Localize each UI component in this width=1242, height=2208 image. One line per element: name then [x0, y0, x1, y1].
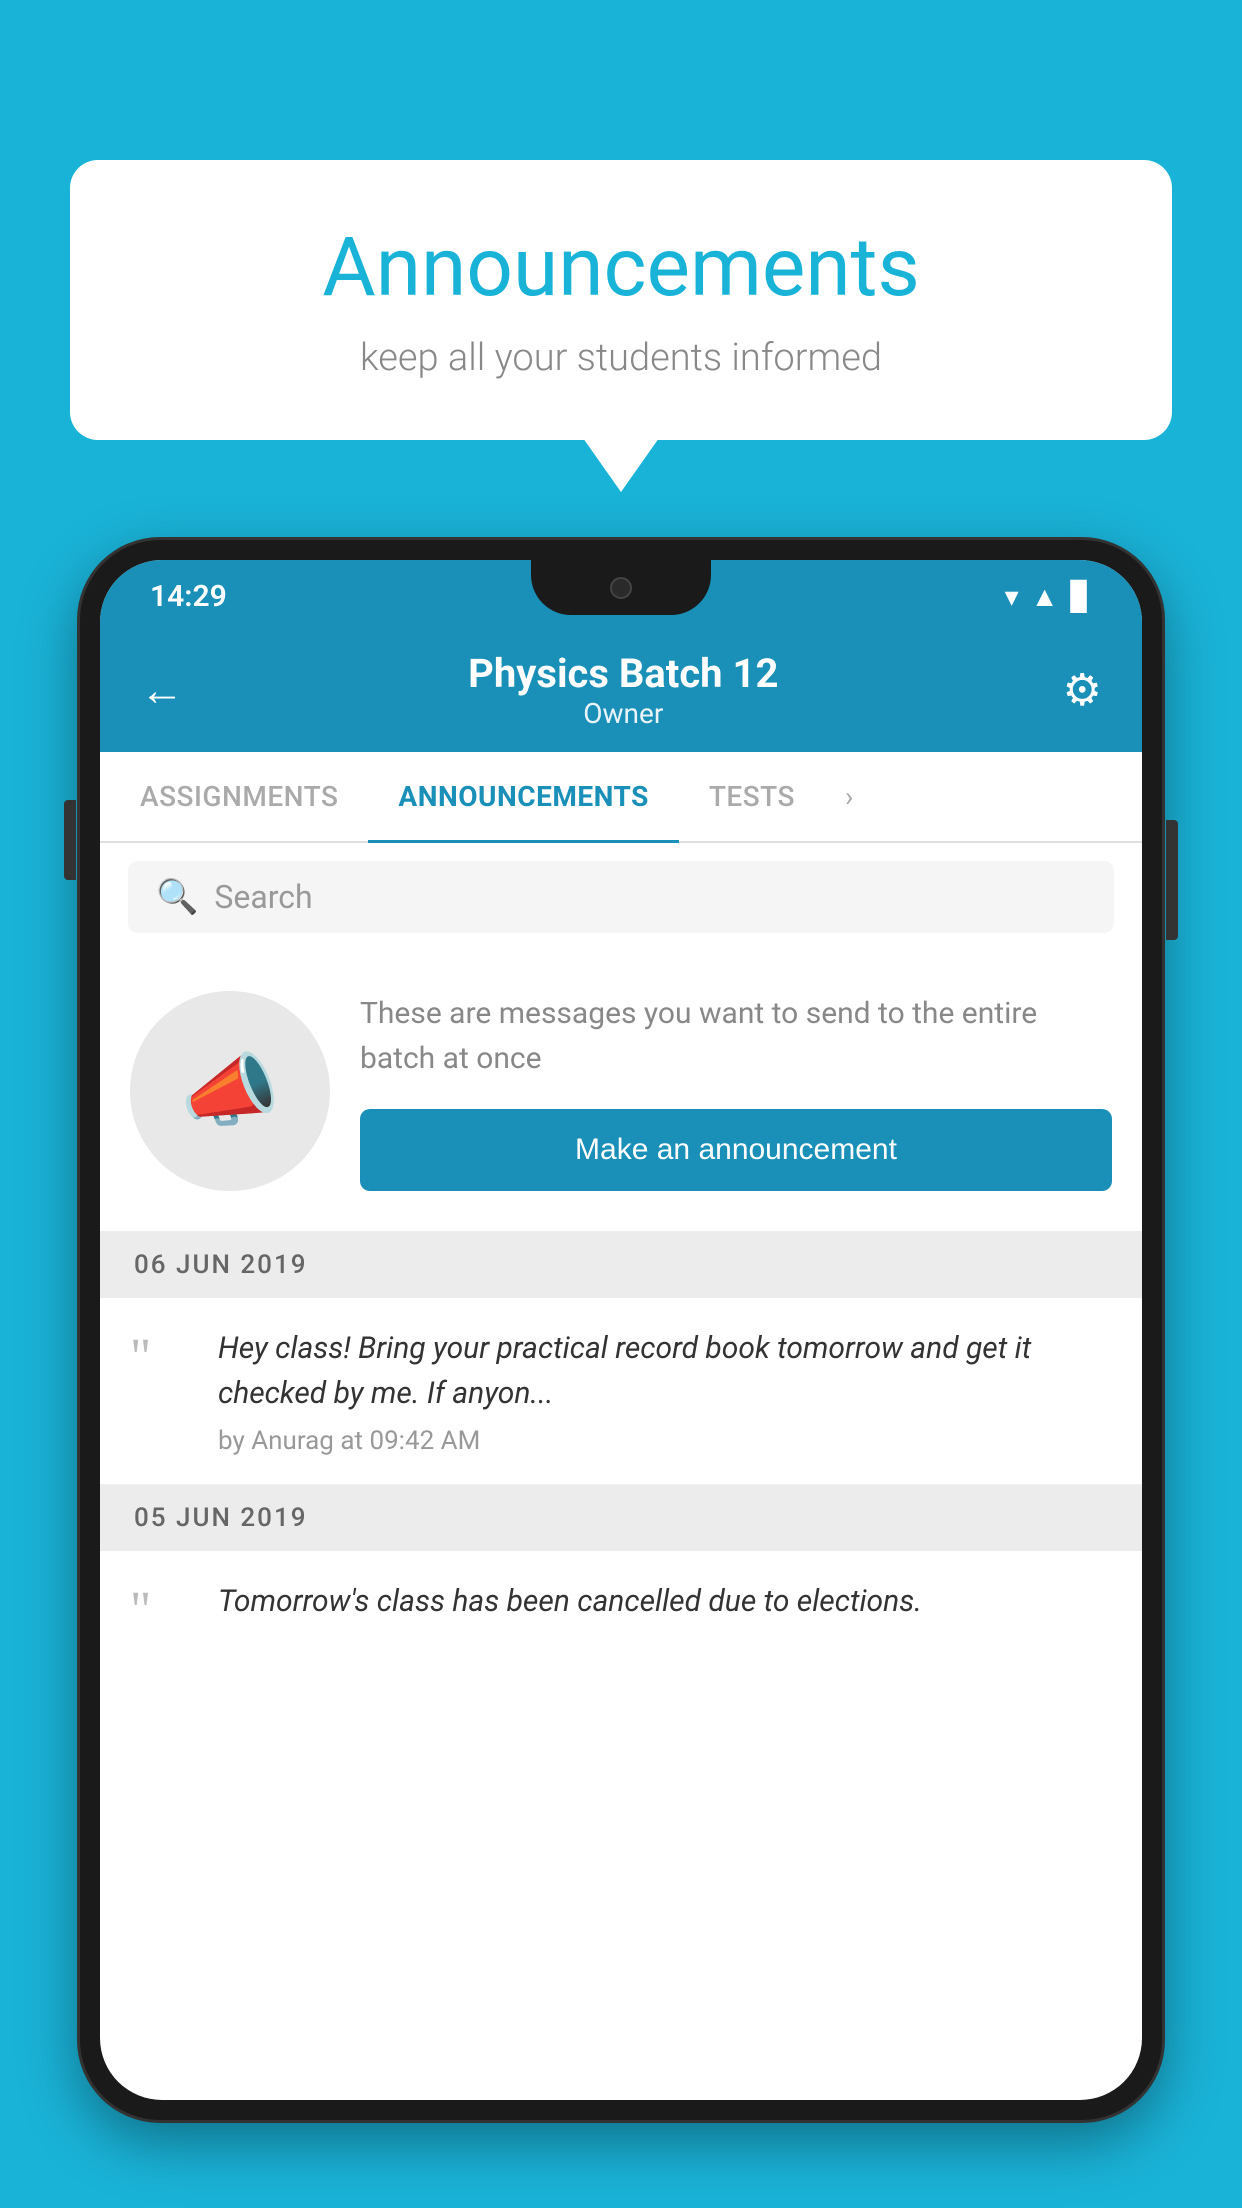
phone-outer: 14:29 ▾ ▲ ▊ ← Physics Batch 12 Owner ⚙ A… [80, 540, 1162, 2120]
date-header-2: 05 JUN 2019 [100, 1485, 1142, 1551]
tab-assignments[interactable]: ASSIGNMENTS [110, 752, 368, 841]
search-icon: 🔍 [156, 877, 198, 917]
back-button[interactable]: ← [140, 664, 184, 716]
status-icons: ▾ ▲ ▊ [1005, 580, 1092, 613]
bubble-subtitle: keep all your students informed [150, 336, 1092, 380]
bubble-title: Announcements [150, 220, 1092, 316]
megaphone-icon: 📣 [180, 1044, 280, 1138]
app-header: ← Physics Batch 12 Owner ⚙ [100, 632, 1142, 752]
announcement-intro: 📣 These are messages you want to send to… [100, 951, 1142, 1232]
status-bar: 14:29 ▾ ▲ ▊ [100, 560, 1142, 632]
announcement-content-1: Hey class! Bring your practical record b… [218, 1326, 1112, 1456]
announcement-content-2: Tomorrow's class has been cancelled due … [218, 1579, 1112, 1634]
quote-icon-1: " [130, 1332, 190, 1384]
announcement-item-2[interactable]: " Tomorrow's class has been cancelled du… [100, 1551, 1142, 1665]
search-container: 🔍 Search [100, 843, 1142, 951]
speech-bubble: Announcements keep all your students inf… [70, 160, 1172, 440]
announcement-text-1: Hey class! Bring your practical record b… [218, 1326, 1112, 1416]
announcement-item-1[interactable]: " Hey class! Bring your practical record… [100, 1298, 1142, 1485]
make-announcement-button[interactable]: Make an announcement [360, 1109, 1112, 1191]
quote-icon-2: " [130, 1585, 190, 1637]
signal-icon: ▲ [1031, 580, 1059, 613]
settings-button[interactable]: ⚙ [1063, 664, 1102, 716]
header-center: Physics Batch 12 Owner [468, 650, 778, 730]
announcement-meta-1: by Anurag at 09:42 AM [218, 1426, 1112, 1456]
tab-more[interactable]: › [825, 752, 873, 841]
camera-dot [610, 577, 632, 599]
search-placeholder: Search [214, 878, 312, 916]
tab-tests[interactable]: TESTS [679, 752, 825, 841]
wifi-icon: ▾ [1005, 580, 1019, 613]
battery-icon: ▊ [1070, 580, 1092, 613]
intro-description: These are messages you want to send to t… [360, 991, 1112, 1081]
announcement-text-2: Tomorrow's class has been cancelled due … [218, 1579, 1112, 1624]
phone-container: 14:29 ▾ ▲ ▊ ← Physics Batch 12 Owner ⚙ A… [80, 540, 1162, 2208]
notch [531, 560, 711, 615]
megaphone-circle: 📣 [130, 991, 330, 1191]
intro-right: These are messages you want to send to t… [360, 991, 1112, 1191]
status-time: 14:29 [150, 579, 227, 614]
tab-announcements[interactable]: ANNOUNCEMENTS [368, 752, 678, 841]
header-subtitle: Owner [468, 697, 778, 730]
phone-inner: 14:29 ▾ ▲ ▊ ← Physics Batch 12 Owner ⚙ A… [100, 560, 1142, 2100]
speech-bubble-section: Announcements keep all your students inf… [70, 160, 1172, 440]
tabs-bar: ASSIGNMENTS ANNOUNCEMENTS TESTS › [100, 752, 1142, 843]
search-bar[interactable]: 🔍 Search [128, 861, 1114, 933]
header-title: Physics Batch 12 [468, 650, 778, 697]
date-header-1: 06 JUN 2019 [100, 1232, 1142, 1298]
